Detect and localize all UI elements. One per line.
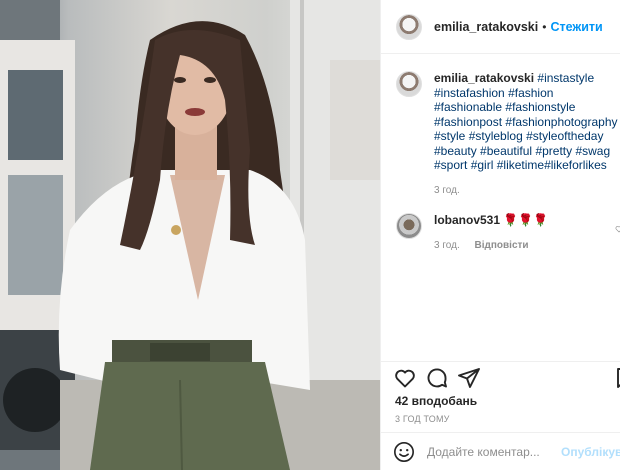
add-comment-bar: Опублікувати bbox=[381, 432, 620, 470]
bookmark-icon[interactable] bbox=[613, 366, 620, 390]
heart-icon[interactable] bbox=[393, 366, 417, 390]
post-username[interactable]: emilia_ratakovski bbox=[434, 20, 538, 34]
hashtag-link[interactable]: #style bbox=[434, 129, 465, 143]
caption: emilia_ratakovski #instastyle #instafash… bbox=[396, 71, 620, 198]
hashtag-link[interactable]: #styleblog bbox=[469, 129, 523, 143]
avatar[interactable] bbox=[396, 71, 422, 97]
avatar[interactable] bbox=[396, 213, 422, 239]
post-header: emilia_ratakovski • Стежити bbox=[381, 0, 620, 54]
comment-body: 🌹🌹🌹 bbox=[503, 213, 549, 227]
comment-input[interactable] bbox=[427, 444, 557, 459]
caption-time: 3 год. bbox=[434, 184, 460, 196]
post-photo-illustration bbox=[0, 0, 380, 470]
hashtag-link[interactable]: #liketime bbox=[497, 158, 544, 172]
publish-button[interactable]: Опублікувати bbox=[561, 445, 620, 459]
caption-username[interactable]: emilia_ratakovski bbox=[434, 71, 534, 85]
hashtag-link[interactable]: #styleoftheday bbox=[526, 129, 603, 143]
comment-icon[interactable] bbox=[425, 366, 449, 390]
hashtag-link[interactable]: #pretty bbox=[535, 144, 572, 158]
follow-button[interactable]: Стежити bbox=[550, 20, 602, 34]
post-sidebar: emilia_ratakovski • Стежити emilia_ratak… bbox=[380, 0, 620, 470]
comment-like-heart-icon[interactable] bbox=[615, 225, 620, 233]
hashtag-link[interactable]: #fashionphotography bbox=[505, 115, 617, 129]
hashtag-link[interactable]: #fashionpost bbox=[434, 115, 502, 129]
post-timestamp[interactable]: 3 ГОД ТОМУ bbox=[395, 414, 450, 424]
hashtag-link[interactable]: #beautiful bbox=[480, 144, 532, 158]
comment-item: lobanov531 🌹🌹🌹 3 год. Відповісти bbox=[396, 213, 620, 253]
comment-meta: 3 год. Відповісти bbox=[434, 239, 620, 254]
comments-list[interactable]: emilia_ratakovski #instastyle #instafash… bbox=[381, 55, 620, 361]
hashtag-link[interactable]: #instafashion bbox=[434, 86, 505, 100]
hashtag-link[interactable]: #fashionstyle bbox=[505, 100, 575, 114]
caption-text: emilia_ratakovski #instastyle #instafash… bbox=[434, 71, 620, 198]
action-icons bbox=[393, 366, 489, 390]
hashtag-link[interactable]: #beauty bbox=[434, 144, 477, 158]
comment-text: lobanov531 🌹🌹🌹 3 год. Відповісти bbox=[434, 213, 620, 253]
hashtag-link[interactable]: #instastyle bbox=[537, 71, 594, 85]
hashtag-link[interactable]: #girl bbox=[471, 158, 494, 172]
hashtag-link[interactable]: #swag bbox=[575, 144, 610, 158]
hashtag-link[interactable]: #likeforlikes bbox=[544, 158, 607, 172]
comment-time: 3 год. bbox=[434, 239, 460, 251]
separator-dot: • bbox=[542, 19, 547, 34]
share-icon[interactable] bbox=[457, 366, 481, 390]
caption-hashtags: #instastyle #instafashion #fashion #fash… bbox=[434, 71, 618, 172]
hashtag-link[interactable]: #sport bbox=[434, 158, 467, 172]
comment-username[interactable]: lobanov531 bbox=[434, 213, 500, 227]
avatar[interactable] bbox=[396, 13, 422, 40]
post-photo[interactable] bbox=[0, 0, 380, 470]
hashtag-link[interactable]: #fashionable bbox=[434, 100, 502, 114]
reply-button[interactable]: Відповісти bbox=[475, 240, 529, 251]
smile-icon[interactable] bbox=[393, 441, 415, 463]
hashtag-link[interactable]: #fashion bbox=[508, 86, 553, 100]
likes-count[interactable]: 42 вподобань bbox=[395, 394, 477, 408]
